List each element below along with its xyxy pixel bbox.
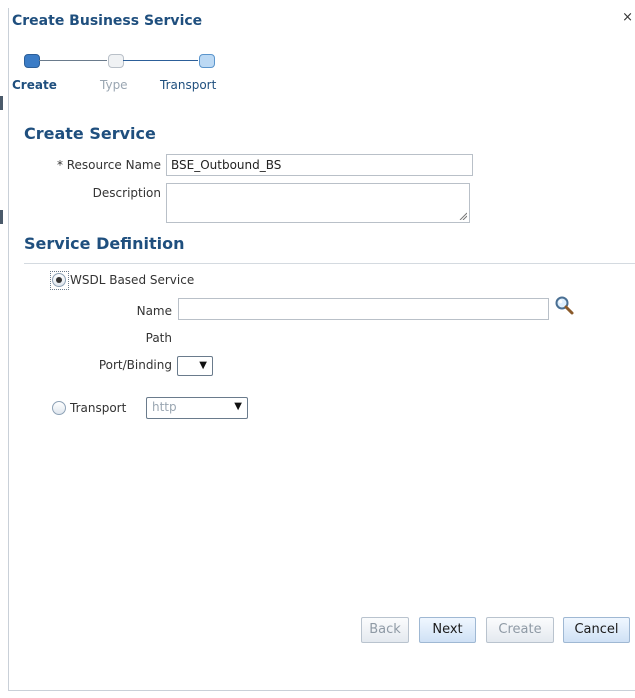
cancel-button[interactable]: Cancel xyxy=(563,617,630,643)
transport-radio[interactable] xyxy=(52,401,66,415)
train-connector xyxy=(123,60,198,61)
chevron-down-icon: ▼ xyxy=(199,360,207,371)
train-stop-create[interactable] xyxy=(24,54,40,68)
resource-name-input[interactable] xyxy=(166,154,473,176)
port-binding-label: Port/Binding xyxy=(98,358,172,372)
wsdl-name-label: Name xyxy=(136,304,172,318)
transport-select[interactable]: http ▼ xyxy=(146,397,248,419)
create-service-heading: Create Service xyxy=(24,124,156,143)
description-label: Description xyxy=(92,186,161,200)
service-definition-heading: Service Definition xyxy=(24,234,185,253)
chevron-down-icon: ▼ xyxy=(234,401,242,412)
transport-select-value: http xyxy=(152,400,177,414)
train-label-type: Type xyxy=(100,78,128,92)
back-button[interactable]: Back xyxy=(361,617,409,643)
next-button[interactable]: Next xyxy=(419,617,476,643)
search-icon[interactable] xyxy=(553,295,575,317)
dialog-title: Create Business Service xyxy=(12,13,203,29)
close-icon[interactable]: × xyxy=(622,10,633,25)
left-edge-marker xyxy=(0,210,3,224)
left-edge-marker xyxy=(0,96,3,110)
train-connector xyxy=(39,60,107,61)
resize-grip-icon[interactable] xyxy=(459,212,467,220)
create-button[interactable]: Create xyxy=(486,617,554,643)
wsdl-based-service-label[interactable]: WSDL Based Service xyxy=(70,273,194,287)
create-business-service-dialog xyxy=(8,8,635,691)
train-label-create[interactable]: Create xyxy=(12,78,57,92)
resource-name-label: * Resource Name xyxy=(56,158,161,172)
description-textarea[interactable] xyxy=(166,183,470,223)
wizard-train: Create Type Transport xyxy=(12,50,252,100)
train-stop-type xyxy=(108,54,124,68)
train-label-transport[interactable]: Transport xyxy=(160,78,216,92)
path-label: Path xyxy=(145,331,172,345)
transport-label[interactable]: Transport xyxy=(70,401,126,415)
wsdl-based-service-radio[interactable] xyxy=(52,273,66,287)
wsdl-name-input[interactable] xyxy=(178,298,549,320)
train-stop-transport[interactable] xyxy=(199,54,215,68)
section-divider xyxy=(24,263,635,264)
port-binding-select[interactable]: ▼ xyxy=(177,356,213,376)
